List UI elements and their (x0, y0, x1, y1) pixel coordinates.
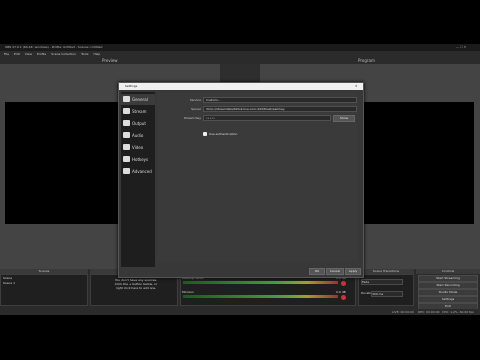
close-icon[interactable]: ✕ (355, 84, 358, 88)
cpu-status: CPU: 1.2%, 60.00 fps (442, 310, 474, 314)
preview-canvas[interactable] (5, 102, 118, 224)
mute-icon[interactable] (341, 281, 346, 286)
tools-icon (123, 168, 130, 174)
sidebar-item-stream[interactable]: Stream (121, 106, 155, 117)
list-item[interactable]: Scene 1 (3, 281, 15, 285)
program-label: Program (358, 58, 375, 63)
title-bar: OBS 27.0.1 (64-bit, windows) - Profile: … (0, 44, 480, 51)
status-bar: LIVE: 00:00:00 REC: 00:00:00 CPU: 1.2%, … (0, 309, 480, 315)
menu-profile[interactable]: Profile (37, 52, 46, 56)
server-label: Server (191, 107, 201, 111)
sources-list[interactable]: You don't have any sources. Click the + … (90, 274, 178, 306)
menu-tools[interactable]: Tools (81, 52, 88, 56)
studio-mode-button[interactable]: Studio Mode (418, 289, 478, 296)
cancel-button[interactable]: Cancel (326, 268, 344, 275)
service-label: Service (189, 98, 201, 102)
monitor-icon (123, 144, 130, 150)
stream-settings-form: Service Custom... Server rtmp://streamla… (157, 92, 357, 262)
sidebar-item-output[interactable]: Output (121, 118, 155, 129)
start-streaming-button[interactable]: Start Streaming (418, 275, 478, 282)
sidebar-item-video[interactable]: Video (121, 142, 155, 153)
output-icon (123, 120, 130, 126)
auth-checkbox-label: Use authentication (209, 132, 238, 136)
auth-checkbox[interactable] (203, 132, 207, 136)
sidebar-item-advanced[interactable]: Advanced (121, 166, 155, 177)
volume-meter (183, 281, 338, 284)
mixer-channel-db: 0.0 dB (336, 290, 346, 294)
rec-timer: REC: 00:00:00 (418, 310, 440, 314)
sidebar-item-label: Advanced (132, 169, 152, 174)
settings-dialog: Settings ✕ General Stream Output Audio V… (118, 82, 364, 278)
mixer-channel-name: Mic/Aux (182, 290, 194, 294)
volume-meter (183, 295, 338, 298)
sidebar-item-hotkeys[interactable]: Hotkeys (121, 154, 155, 165)
controls-dock-title: Controls (416, 269, 480, 274)
ok-button[interactable]: OK (309, 268, 325, 275)
sidebar-item-audio[interactable]: Audio (121, 130, 155, 141)
stream-key-label: Stream Key (183, 116, 201, 120)
transition-select[interactable]: Fade (361, 279, 403, 285)
start-recording-button[interactable]: Start Recording (418, 282, 478, 289)
dialog-title: Settings (125, 84, 138, 88)
sidebar-item-label: Hotkeys (132, 157, 149, 162)
mute-icon[interactable] (341, 295, 346, 300)
server-input[interactable]: rtmp://streamlabs/tiktok-live.com:443/th… (203, 106, 357, 112)
gear-icon (123, 96, 130, 102)
sidebar-item-label: Stream (132, 109, 147, 114)
window-controls[interactable]: — ☐ ✕ (456, 45, 466, 49)
menu-help[interactable]: Help (93, 52, 100, 56)
dialog-title-bar: Settings ✕ (119, 83, 363, 90)
live-timer: LIVE: 00:00:00 (392, 310, 414, 314)
preview-label: Preview (102, 58, 118, 63)
audio-mixer: Desktop Audio 0.0 dB Mic/Aux 0.0 dB (180, 274, 356, 306)
service-select[interactable]: Custom... (203, 97, 357, 103)
menu-edit[interactable]: Edit (14, 52, 20, 56)
apply-button[interactable]: Apply (345, 268, 361, 275)
settings-button[interactable]: Settings (418, 296, 478, 303)
settings-sidebar: General Stream Output Audio Video Hotkey… (121, 92, 155, 267)
sidebar-item-label: General (132, 97, 148, 102)
show-key-button[interactable]: Show (333, 115, 355, 122)
sidebar-item-label: Output (132, 121, 146, 126)
menu-file[interactable]: File (4, 52, 9, 56)
list-item[interactable]: Scene (3, 276, 12, 280)
sidebar-item-label: Audio (132, 133, 144, 138)
duration-input[interactable]: 300 ms (371, 291, 403, 297)
menu-scene-collection[interactable]: Scene Collection (51, 52, 76, 56)
sidebar-item-general[interactable]: General (121, 94, 155, 105)
scenes-list[interactable]: Scene Scene 1 (0, 274, 88, 306)
program-canvas[interactable] (360, 102, 474, 224)
menu-bar: File Edit View Profile Scene Collection … (0, 51, 480, 57)
scene-transitions: Fade Duration 300 ms (358, 274, 414, 306)
globe-icon (123, 108, 130, 114)
speaker-icon (123, 132, 130, 138)
keyboard-icon (123, 156, 130, 162)
sidebar-item-label: Video (132, 145, 144, 150)
sources-empty-text: You don't have any sources. Click the + … (114, 278, 158, 290)
window-title: OBS 27.0.1 (64-bit, windows) - Profile: … (5, 45, 103, 49)
menu-view[interactable]: View (25, 52, 32, 56)
stream-key-input[interactable]: ••••• (203, 115, 331, 121)
